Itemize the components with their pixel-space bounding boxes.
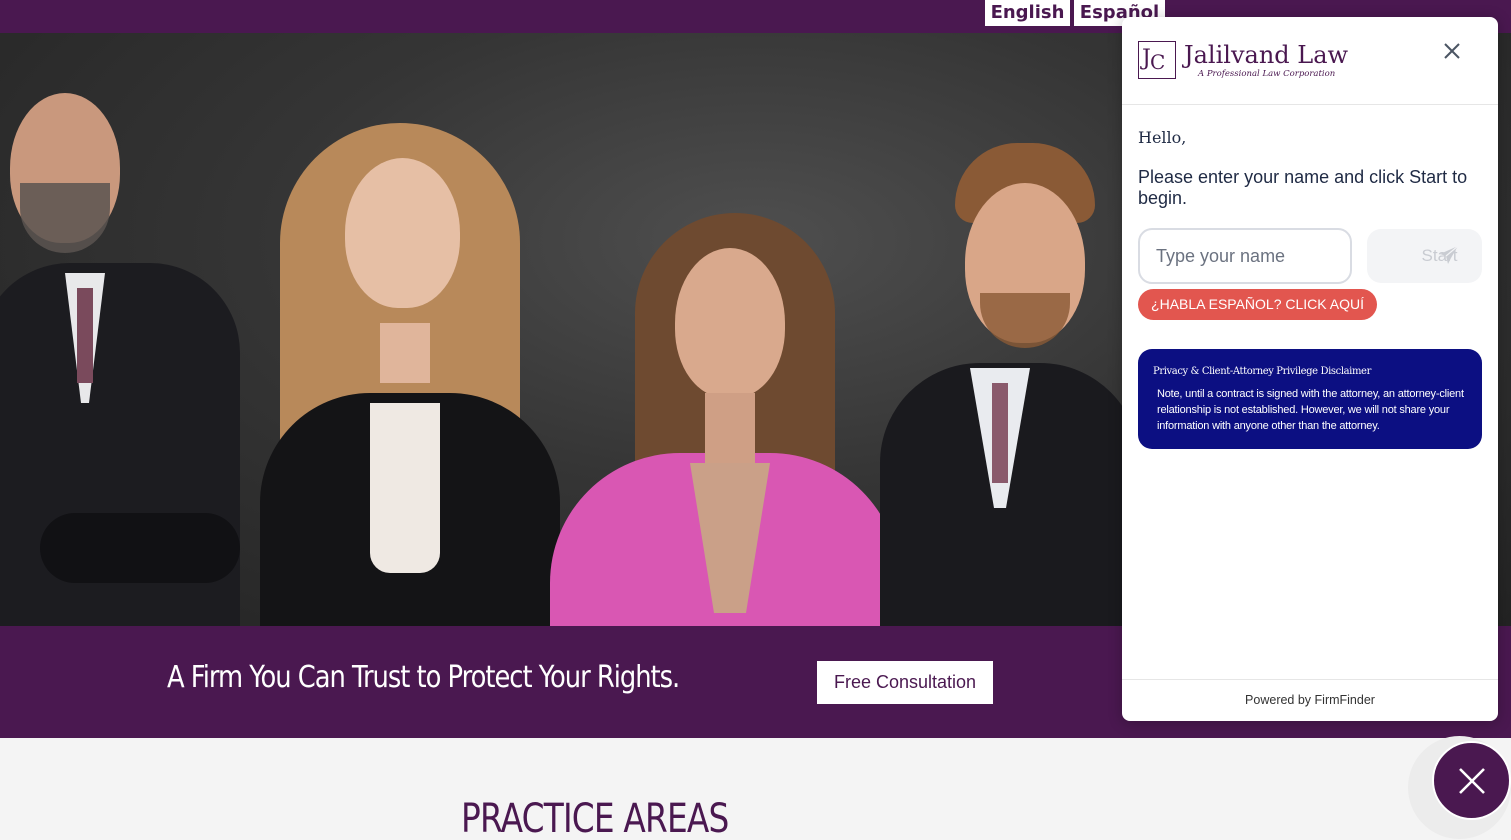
chat-instructions: Please enter your name and click Start t… (1138, 167, 1468, 208)
chat-greeting: Hello, (1138, 128, 1187, 147)
firm-logo-subtitle: A Professional Law Corporation (1198, 69, 1336, 79)
firm-logo-name: Jalilvand Law (1184, 41, 1349, 69)
start-button[interactable]: Start (1367, 229, 1482, 283)
close-icon[interactable] (1438, 37, 1466, 65)
name-input[interactable] (1138, 228, 1352, 284)
attorney-figure-2 (250, 113, 570, 626)
chat-header: J C Jalilvand Law A Professional Law Cor… (1122, 17, 1498, 105)
chat-launcher-button[interactable] (1432, 741, 1511, 820)
chat-widget-panel: J C Jalilvand Law A Professional Law Cor… (1122, 17, 1498, 721)
disclaimer-body: Note, until a contract is signed with th… (1157, 388, 1464, 432)
free-consultation-button[interactable]: Free Consultation (817, 661, 993, 704)
language-english-button[interactable]: English (985, 0, 1070, 26)
close-icon (1459, 768, 1485, 794)
tagline-text: A Firm You Can Trust to Protect Your Rig… (167, 660, 680, 695)
privacy-disclaimer-box: Privacy & Client-Attorney Privilege Disc… (1138, 349, 1482, 449)
attorney-figure-3 (540, 203, 910, 626)
practice-areas-heading: PRACTICE AREAS (461, 796, 729, 840)
paper-plane-icon (1440, 245, 1459, 264)
disclaimer-title: Privacy & Client-Attorney Privilege Disc… (1153, 366, 1371, 377)
firm-logo-mark: J C (1138, 41, 1176, 79)
attorney-figure-1 (0, 73, 250, 626)
powered-by-footer[interactable]: Powered by FirmFinder (1122, 679, 1498, 721)
habla-espanol-button[interactable]: ¿HABLA ESPAÑOL? CLICK AQUÍ (1138, 289, 1377, 320)
attorney-figure-4 (880, 143, 1140, 626)
